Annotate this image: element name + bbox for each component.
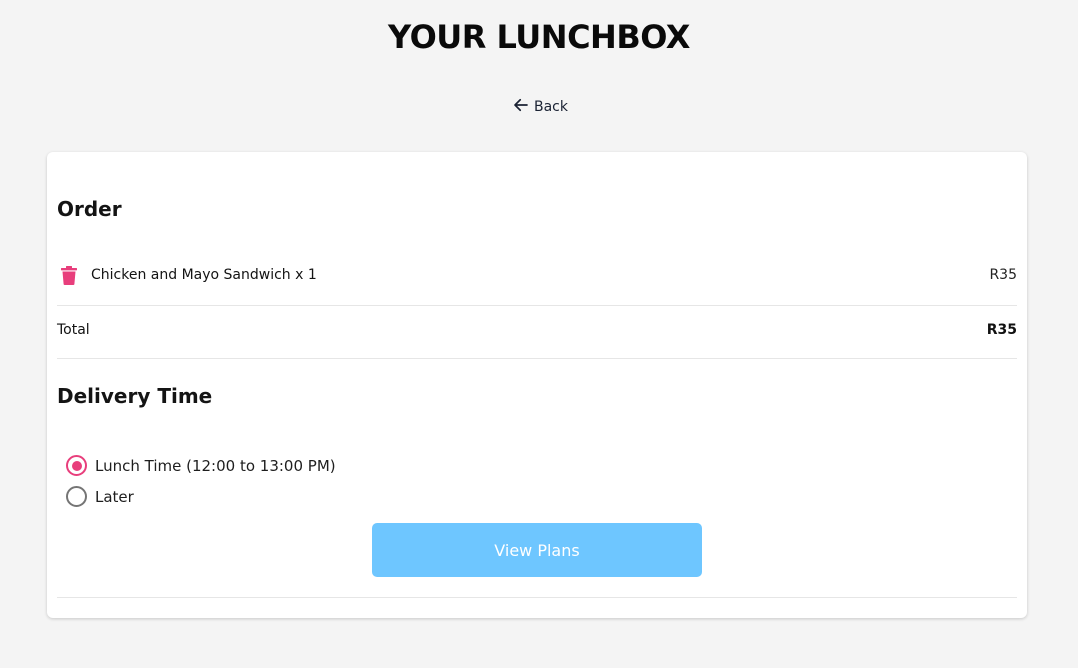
total-value: R35: [986, 322, 1017, 338]
order-heading: Order: [57, 197, 122, 221]
divider: [57, 305, 1017, 306]
view-plans-button[interactable]: View Plans: [372, 523, 702, 577]
order-item-name: Chicken and Mayo Sandwich x 1: [91, 267, 317, 283]
lunchbox-card: Order Chicken and Mayo Sandwich x 1 R35 …: [47, 152, 1027, 618]
radio-unchecked-icon[interactable]: [66, 486, 87, 507]
page-title: YOUR LUNCHBOX: [388, 18, 690, 56]
order-item-row: Chicken and Mayo Sandwich x 1 R35: [57, 260, 1017, 290]
radio-option-later[interactable]: Later: [66, 481, 336, 512]
total-row: Total R35: [57, 322, 1017, 338]
back-link[interactable]: Back: [512, 96, 568, 118]
total-label: Total: [57, 322, 90, 338]
divider: [57, 597, 1017, 598]
delivery-time-options: Lunch Time (12:00 to 13:00 PM) Later: [66, 450, 336, 512]
radio-dot: [71, 460, 82, 471]
order-item-price: R35: [989, 267, 1017, 283]
radio-checked-icon[interactable]: [66, 455, 87, 476]
radio-label-lunch-time: Lunch Time (12:00 to 13:00 PM): [95, 456, 336, 475]
radio-label-later: Later: [95, 487, 134, 506]
arrow-left-icon: [512, 96, 530, 118]
radio-option-lunch-time[interactable]: Lunch Time (12:00 to 13:00 PM): [66, 450, 336, 481]
delivery-time-heading: Delivery Time: [57, 384, 213, 408]
trash-icon[interactable]: [57, 263, 81, 287]
back-label: Back: [534, 99, 568, 115]
divider: [57, 358, 1017, 359]
